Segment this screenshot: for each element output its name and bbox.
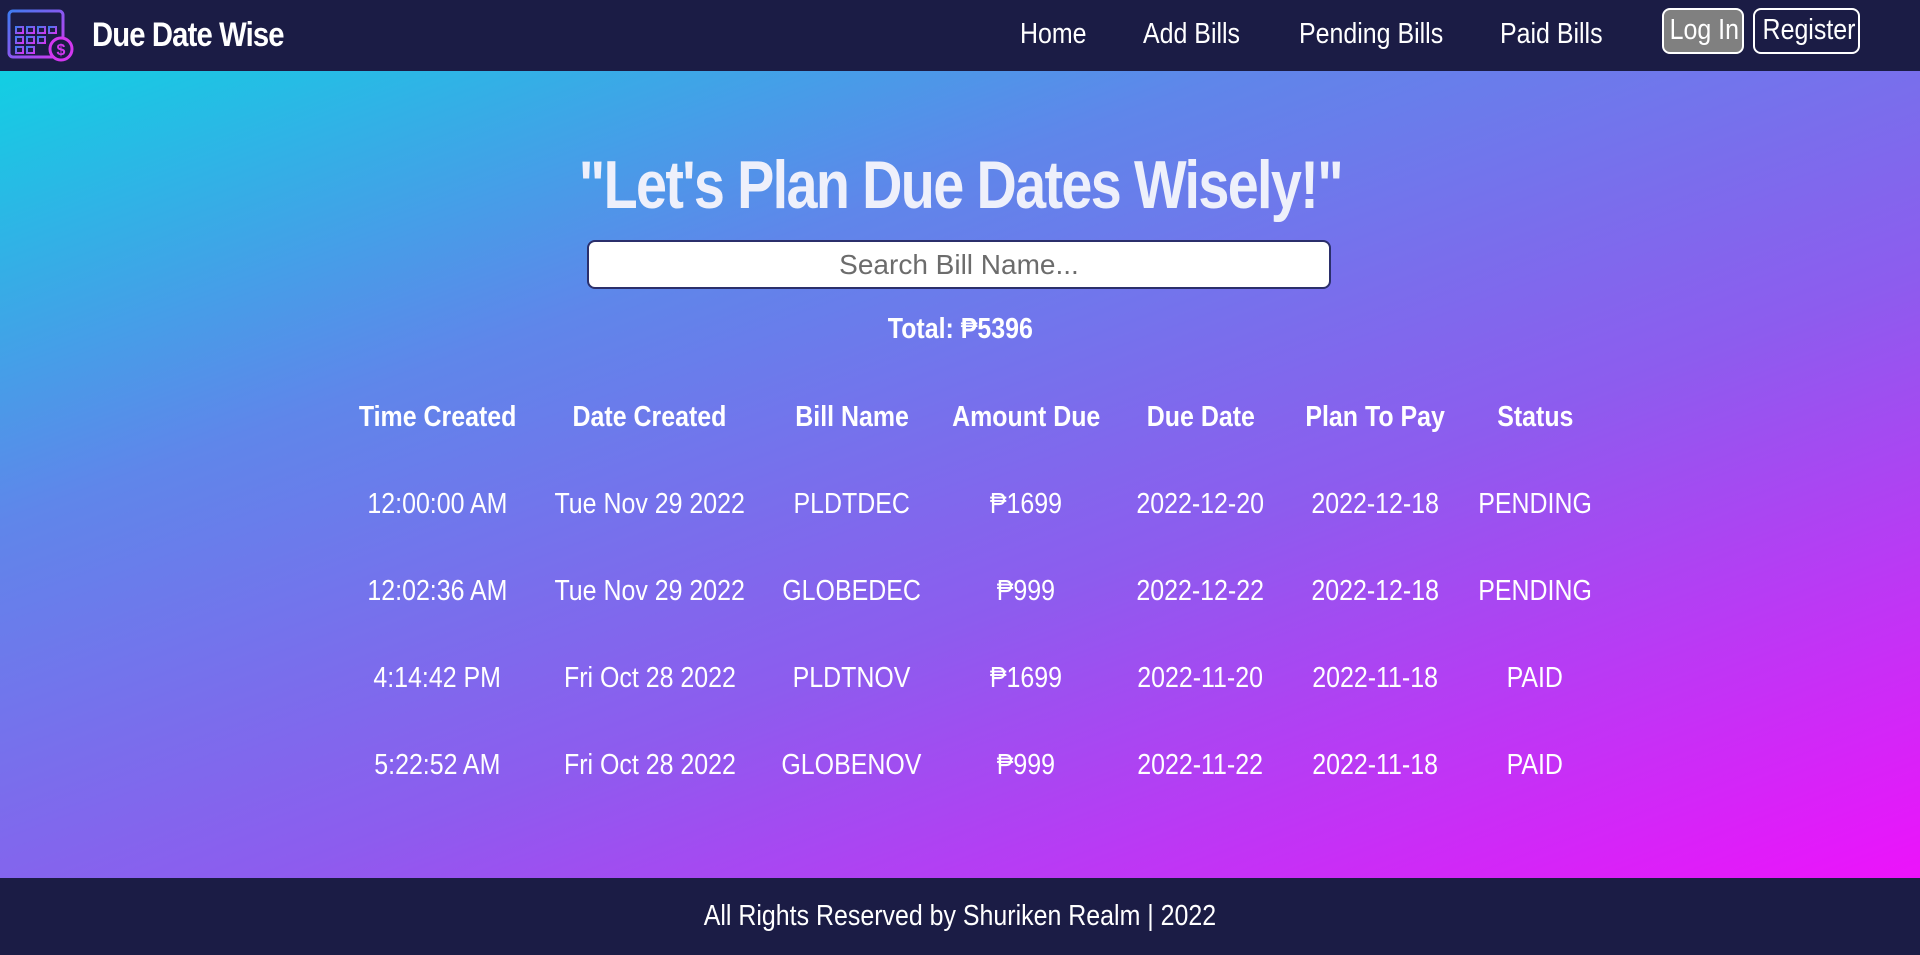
register-button[interactable]: Register	[1753, 8, 1860, 54]
header-status: Status	[1496, 401, 1574, 433]
cell-status: PENDING	[1478, 575, 1592, 607]
cell-status: PAID	[1506, 749, 1564, 781]
svg-text:$: $	[57, 42, 66, 59]
navbar: $ Due Date Wise Home Add Bills Pending B…	[0, 0, 1920, 71]
cell-time-created: 12:00:00 AM	[367, 488, 508, 520]
search-input[interactable]	[587, 240, 1331, 289]
brand-title[interactable]: Due Date Wise	[92, 0, 285, 71]
cell-time-created: 5:22:52 AM	[374, 749, 501, 781]
cell-time-created: 4:14:42 PM	[373, 662, 502, 694]
total-amount: Total: ₱5396	[0, 313, 1920, 346]
footer: All Rights Reserved by Shuriken Realm | …	[0, 878, 1920, 955]
calendar-money-icon[interactable]: $	[6, 3, 76, 63]
table-row[interactable]: 4:14:42 PM Fri Oct 28 2022 PLDTNOV ₱1699…	[346, 635, 1601, 722]
main-content: "Let's Plan Due Dates Wisely!" Total: ₱5…	[0, 71, 1920, 878]
header-bill-name: Bill Name	[794, 401, 909, 433]
table-header-row: Time Created Date Created Bill Name Amou…	[346, 374, 1601, 461]
cell-plan-to-pay: 2022-12-18	[1311, 488, 1440, 520]
nav-home[interactable]: Home	[1020, 0, 1087, 71]
nav-pending-bills[interactable]: Pending Bills	[1299, 0, 1443, 71]
header-plan-to-pay: Plan To Pay	[1305, 401, 1446, 433]
cell-amount-due: ₱999	[996, 749, 1056, 781]
header-time-created: Time Created	[358, 401, 517, 433]
login-button[interactable]: Log In	[1662, 8, 1744, 54]
cell-date-created: Fri Oct 28 2022	[563, 662, 736, 694]
table-row[interactable]: 12:02:36 AM Tue Nov 29 2022 GLOBEDEC ₱99…	[346, 548, 1601, 635]
cell-due-date: 2022-11-20	[1137, 662, 1264, 694]
table-row[interactable]: 5:22:52 AM Fri Oct 28 2022 GLOBENOV ₱999…	[346, 722, 1601, 809]
cell-plan-to-pay: 2022-11-18	[1312, 749, 1439, 781]
cell-bill-name: PLDTDEC	[793, 488, 910, 520]
header-amount-due: Amount Due	[951, 401, 1101, 433]
cell-due-date: 2022-12-20	[1136, 488, 1265, 520]
bills-table: Time Created Date Created Bill Name Amou…	[346, 374, 1601, 809]
cell-date-created: Tue Nov 29 2022	[554, 488, 745, 520]
nav-paid-bills[interactable]: Paid Bills	[1500, 0, 1603, 71]
cell-due-date: 2022-12-22	[1136, 575, 1265, 607]
cell-time-created: 12:02:36 AM	[367, 575, 508, 607]
total-text: Total: ₱5396	[887, 313, 1033, 345]
footer-text: All Rights Reserved by Shuriken Realm | …	[703, 900, 1217, 932]
cell-status: PENDING	[1478, 488, 1592, 520]
cell-plan-to-pay: 2022-12-18	[1311, 575, 1440, 607]
table-row[interactable]: 12:00:00 AM Tue Nov 29 2022 PLDTDEC ₱169…	[346, 461, 1601, 548]
header-due-date: Due Date	[1146, 401, 1255, 433]
cell-bill-name: GLOBENOV	[781, 749, 922, 781]
cell-status: PAID	[1506, 662, 1564, 694]
register-label: Register	[1762, 14, 1856, 46]
cell-due-date: 2022-11-22	[1137, 749, 1264, 781]
cell-amount-due: ₱1699	[989, 488, 1063, 520]
cell-date-created: Tue Nov 29 2022	[554, 575, 745, 607]
header-date-created: Date Created	[572, 401, 727, 433]
cell-bill-name: GLOBEDEC	[782, 575, 921, 607]
cell-plan-to-pay: 2022-11-18	[1312, 662, 1439, 694]
cell-amount-due: ₱999	[996, 575, 1056, 607]
cell-bill-name: PLDTNOV	[792, 662, 911, 694]
headline-text: "Let's Plan Due Dates Wisely!"	[578, 147, 1343, 223]
cell-date-created: Fri Oct 28 2022	[563, 749, 736, 781]
nav-add-bills[interactable]: Add Bills	[1143, 0, 1240, 71]
login-label: Log In	[1669, 14, 1739, 46]
page-headline: "Let's Plan Due Dates Wisely!"	[0, 146, 1920, 224]
cell-amount-due: ₱1699	[989, 662, 1063, 694]
